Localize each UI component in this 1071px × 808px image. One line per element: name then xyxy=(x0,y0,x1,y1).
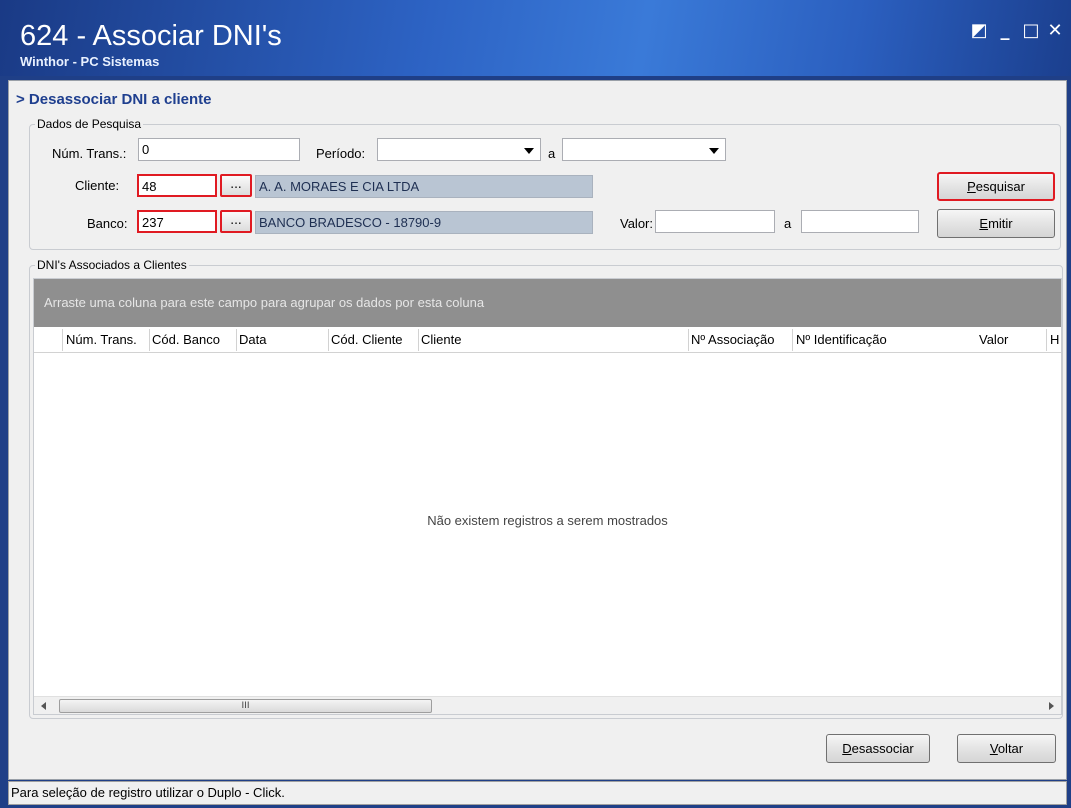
desassociar-accesskey: D xyxy=(842,741,852,756)
desassociar-button[interactable]: Desassociar xyxy=(826,734,930,763)
scrollbar-thumb[interactable]: III xyxy=(59,699,432,713)
emitir-label: mitir xyxy=(988,216,1013,231)
grid-header: Núm. Trans. Cód. Banco Data Cód. Cliente… xyxy=(34,327,1061,353)
window-subtitle: Winthor - PC Sistemas xyxy=(20,54,160,69)
maximize-icon[interactable]: □ xyxy=(1020,20,1042,42)
close-icon[interactable]: ✕ xyxy=(1044,20,1066,42)
column-header-data[interactable]: Data xyxy=(239,332,266,347)
voltar-label: oltar xyxy=(997,741,1024,756)
pesquisar-accesskey: P xyxy=(967,179,976,194)
column-separator xyxy=(1046,329,1047,351)
cliente-lookup-button[interactable]: ... xyxy=(220,174,252,197)
empty-grid-message: Não existem registros a serem mostrados xyxy=(427,513,668,528)
emitir-accesskey: E xyxy=(979,216,989,231)
column-separator xyxy=(418,329,419,351)
column-separator xyxy=(149,329,150,351)
periodo-to-select[interactable] xyxy=(562,138,726,161)
chevron-down-icon xyxy=(709,148,719,154)
column-separator xyxy=(236,329,237,351)
voltar-button[interactable]: Voltar xyxy=(957,734,1056,763)
column-header-n-identificacao[interactable]: Nº Identificação xyxy=(796,332,887,347)
periodo-label: Período: xyxy=(316,146,366,161)
column-header-cod-cliente[interactable]: Cód. Cliente xyxy=(331,332,403,347)
group-by-panel[interactable]: Arraste uma coluna para este campo para … xyxy=(34,279,1061,327)
banco-name-field: BANCO BRADESCO - 18790-9 xyxy=(255,211,593,234)
voltar-accesskey: V xyxy=(989,741,998,756)
column-header-num-trans[interactable]: Núm. Trans. xyxy=(66,332,137,347)
column-separator xyxy=(62,329,63,351)
title-bar: 624 - Associar DNI's Winthor - PC Sistem… xyxy=(0,0,1071,76)
num-trans-label: Núm. Trans.: xyxy=(52,146,127,161)
pesquisar-button[interactable]: Pesquisar xyxy=(937,172,1055,201)
column-header-valor[interactable]: Valor xyxy=(979,332,1008,347)
minimize-icon[interactable]: _ xyxy=(994,20,1016,42)
search-group-label: Dados de Pesquisa xyxy=(35,117,144,131)
column-header-n-associacao[interactable]: Nº Associação xyxy=(691,332,775,347)
cliente-label: Cliente: xyxy=(75,178,120,193)
cliente-name-field: A. A. MORAES E CIA LTDA xyxy=(255,175,593,198)
column-header-cod-banco[interactable]: Cód. Banco xyxy=(152,332,220,347)
banco-code-input[interactable]: 237 xyxy=(137,210,217,233)
valor-to-input[interactable] xyxy=(801,210,919,233)
chevron-down-icon xyxy=(524,148,534,154)
section-title: > Desassociar DNI a cliente xyxy=(16,91,212,108)
valor-label: Valor: xyxy=(620,216,653,231)
column-separator xyxy=(688,329,689,351)
num-trans-input[interactable]: 0 xyxy=(138,138,300,161)
banco-label: Banco: xyxy=(87,216,128,231)
window-title: 624 - Associar DNI's xyxy=(20,20,282,52)
dni-grid: Arraste uma coluna para este campo para … xyxy=(33,278,1062,715)
horizontal-scrollbar[interactable]: III xyxy=(34,696,1061,714)
column-header-h[interactable]: H xyxy=(1050,332,1059,347)
valor-separator: a xyxy=(784,216,792,231)
desassociar-label: esassociar xyxy=(851,741,914,756)
status-bar: Para seleção de registro utilizar o Dupl… xyxy=(8,781,1067,805)
column-header-cliente[interactable]: Cliente xyxy=(421,332,461,347)
periodo-from-select[interactable] xyxy=(377,138,541,161)
periodo-separator: a xyxy=(548,146,556,161)
column-separator xyxy=(328,329,329,351)
banco-lookup-button[interactable]: ... xyxy=(220,210,252,233)
app-window: 624 - Associar DNI's Winthor - PC Sistem… xyxy=(0,0,1071,808)
scroll-left-icon[interactable] xyxy=(41,702,46,710)
emitir-button[interactable]: Emitir xyxy=(937,209,1055,238)
valor-from-input[interactable] xyxy=(655,210,775,233)
grid-group-label: DNI's Associados a Clientes xyxy=(35,258,189,272)
pesquisar-label: esquisar xyxy=(975,179,1025,194)
scroll-right-icon[interactable] xyxy=(1049,702,1054,710)
cliente-code-input[interactable]: 48 xyxy=(137,174,217,197)
restore-icon[interactable]: ◩ xyxy=(968,20,990,42)
column-separator xyxy=(792,329,793,351)
